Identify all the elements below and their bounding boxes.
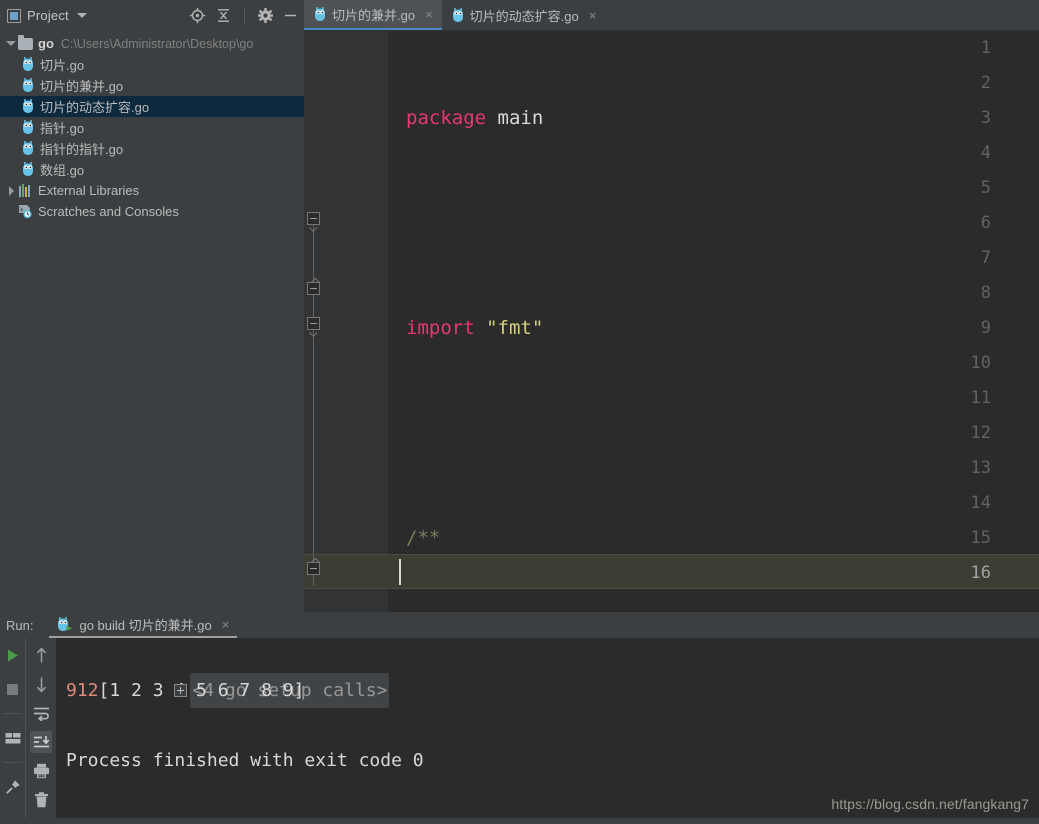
ide-window: Project go C:\Users\Administrator\Deskto… xyxy=(0,0,1039,824)
tree-item-label: 指针的指针.go xyxy=(40,142,124,157)
console-folded-region[interactable]: <4 go setup calls> xyxy=(56,638,1039,708)
fold-marker-comment-end-icon[interactable] xyxy=(307,282,320,295)
soft-wrap-button[interactable] xyxy=(30,702,52,724)
tree-item-label: 指针.go xyxy=(40,121,85,136)
tree-item-external-libraries[interactable]: External Libraries xyxy=(0,180,304,201)
code-line-3: import "fmt" xyxy=(406,317,544,339)
close-icon[interactable]: × xyxy=(222,617,230,632)
pin-tab-button[interactable] xyxy=(2,776,24,798)
editor-tab-label: 切片的兼并.go xyxy=(332,7,416,23)
go-file-icon xyxy=(22,162,34,177)
go-file-icon xyxy=(22,99,34,114)
tree-item-file-2[interactable]: 切片的兼并.go xyxy=(0,75,304,96)
go-file-icon xyxy=(452,8,464,23)
go-file-icon xyxy=(22,120,34,135)
tree-item-path: C:\Users\Administrator\Desktop\go xyxy=(60,36,254,51)
tree-item-project-root[interactable]: go C:\Users\Administrator\Desktop\go xyxy=(0,33,304,54)
editor-tab-inactive[interactable]: 切片的动态扩容.go × xyxy=(442,0,606,31)
expand-fold-icon[interactable] xyxy=(174,683,188,697)
tree-item-label: 切片.go xyxy=(40,58,85,73)
rerun-button[interactable] xyxy=(2,644,24,666)
project-tree: go C:\Users\Administrator\Desktop\go 切片.… xyxy=(0,31,304,222)
project-title-group[interactable]: Project xyxy=(7,8,189,23)
close-icon[interactable]: × xyxy=(589,9,597,22)
text-caret xyxy=(399,559,401,585)
go-run-icon xyxy=(57,616,73,632)
fold-region-line xyxy=(313,216,314,586)
fold-marker-func-start-icon[interactable] xyxy=(307,317,320,330)
folder-icon xyxy=(18,34,33,50)
run-tool-window-body: <4 go setup calls> 912[1 2 3 4 5 6 7 8 9… xyxy=(0,638,1039,824)
tree-item-label: 切片的动态扩容.go xyxy=(40,100,150,115)
tree-item-file-1[interactable]: 切片.go xyxy=(0,54,304,75)
editor-area: 切片的兼并.go × 切片的动态扩容.go × 1 2 3 4 5 6 7 8 … xyxy=(304,0,1039,612)
go-file-icon xyxy=(22,57,34,72)
tree-item-label: go xyxy=(38,36,54,51)
stop-button[interactable] xyxy=(2,678,24,700)
go-file-icon xyxy=(22,141,34,156)
project-tool-window-header: Project xyxy=(0,0,304,31)
tree-item-file-4[interactable]: 指针.go xyxy=(0,117,304,138)
collapse-all-icon[interactable] xyxy=(216,8,231,23)
settings-gear-icon[interactable] xyxy=(258,8,273,23)
chevron-down-icon[interactable] xyxy=(76,13,87,18)
project-header-actions xyxy=(189,7,298,24)
editor-tab-bar: 切片的兼并.go × 切片的动态扩容.go × xyxy=(304,0,1039,31)
tree-item-label: Scratches and Consoles xyxy=(38,204,179,219)
tree-item-file-3-selected[interactable]: 切片的动态扩容.go xyxy=(0,96,304,117)
up-the-stack-trace-button[interactable] xyxy=(30,644,52,666)
code-line-1: package main xyxy=(406,107,544,129)
editor-tab-label: 切片的动态扩容.go xyxy=(469,9,579,24)
editor-tab-active[interactable]: 切片的兼并.go × xyxy=(304,0,442,31)
console-stdout-text: [1 2 3 4 5 6 7 8 9] xyxy=(98,680,305,701)
console-output[interactable]: <4 go setup calls> 912[1 2 3 4 5 6 7 8 9… xyxy=(56,638,1039,818)
run-tool-window: Run: go build 切片的兼并.go × <4 go setup cal… xyxy=(0,612,1039,824)
go-file-icon xyxy=(314,6,326,22)
code-editor[interactable]: 1 2 3 4 5 6 7 8 9 10 11 12 13 14 15 16 p… xyxy=(304,31,1039,612)
layout-button[interactable] xyxy=(2,727,24,749)
console-exit-message: Process finished with exit code 0 xyxy=(66,750,424,771)
run-tool-window-label: Run: xyxy=(6,617,34,633)
editor-fold-strip[interactable] xyxy=(388,31,406,612)
project-window-icon xyxy=(7,8,21,23)
project-tool-window: Project go C:\Users\Administrator\Deskto… xyxy=(0,0,304,612)
tree-item-label: External Libraries xyxy=(38,183,140,198)
toolbar-divider xyxy=(3,713,22,714)
tree-item-scratches-and-consoles[interactable]: Scratches and Consoles xyxy=(0,201,304,222)
run-tool-window-header: Run: go build 切片的兼并.go × xyxy=(0,612,1039,638)
tree-item-label: 数组.go xyxy=(40,163,85,178)
toolbar-divider xyxy=(3,762,22,763)
fold-marker-func-end-icon[interactable] xyxy=(307,562,320,575)
tree-item-file-5[interactable]: 指针的指针.go xyxy=(0,138,304,159)
go-file-icon xyxy=(22,78,34,93)
project-tool-window-title: Project xyxy=(27,8,69,23)
run-configuration-tab[interactable]: go build 切片的兼并.go × xyxy=(49,612,238,638)
locate-icon[interactable] xyxy=(189,7,206,24)
toolbar-divider xyxy=(244,7,245,24)
run-primary-toolbar xyxy=(0,638,25,824)
tree-item-file-6[interactable]: 数组.go xyxy=(0,159,304,180)
libraries-icon xyxy=(18,184,32,197)
tree-item-label: 切片的兼并.go xyxy=(40,79,124,94)
run-configuration-label: go build 切片的兼并.go xyxy=(79,617,212,633)
scroll-to-end-button[interactable] xyxy=(30,731,52,753)
clear-all-button[interactable] xyxy=(30,789,52,811)
watermark-text: https://blog.csdn.net/fangkang7 xyxy=(831,796,1029,812)
console-stderr-text: 912 xyxy=(66,680,99,701)
hide-panel-icon[interactable] xyxy=(283,8,298,23)
scratches-icon xyxy=(18,204,33,219)
close-icon[interactable]: × xyxy=(425,8,433,21)
tree-collapse-arrow-icon[interactable] xyxy=(4,185,18,196)
code-line-5: /** xyxy=(406,527,441,549)
tree-expand-arrow-icon[interactable] xyxy=(4,41,18,46)
run-secondary-toolbar xyxy=(25,638,56,818)
print-button[interactable] xyxy=(30,760,52,782)
fold-marker-comment-start-icon[interactable] xyxy=(307,212,320,225)
code-text[interactable]: package main import "fmt" /** 兼并另一个切片 */… xyxy=(406,31,1039,612)
down-the-stack-trace-button[interactable] xyxy=(30,673,52,695)
console-program-output: 912[1 2 3 4 5 6 7 8 9] xyxy=(56,673,1039,708)
